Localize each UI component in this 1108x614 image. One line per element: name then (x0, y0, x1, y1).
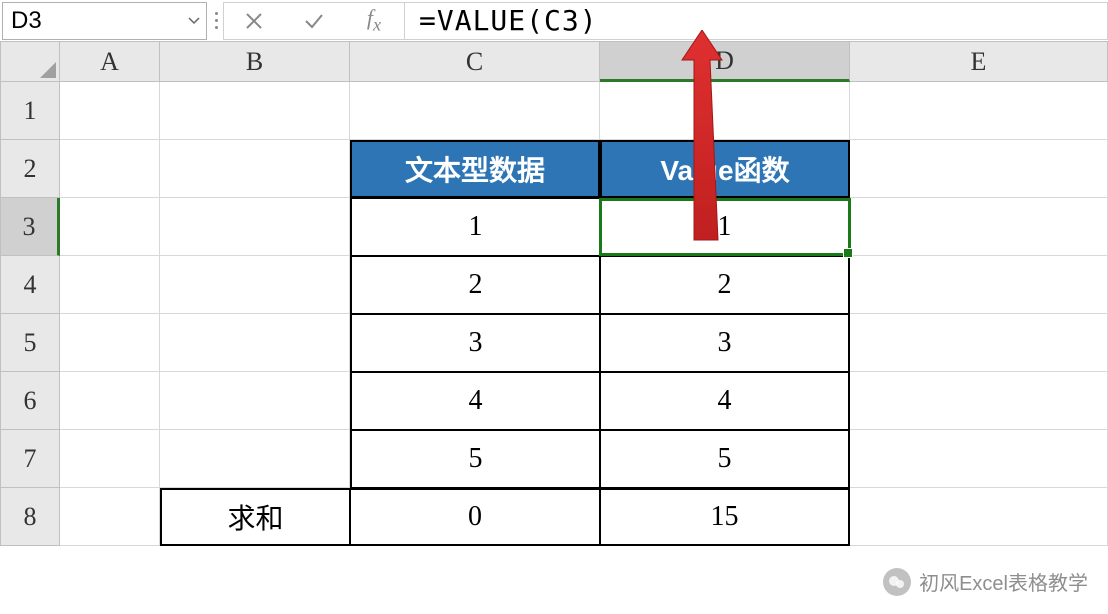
cell-C7[interactable]: 5 (350, 430, 600, 488)
cell-A5[interactable] (60, 314, 160, 372)
cell-C8[interactable]: 0 (350, 488, 600, 546)
cell-B5[interactable] (160, 314, 350, 372)
col-header-B[interactable]: B (160, 42, 350, 82)
col-header-E[interactable]: E (850, 42, 1108, 82)
cell-A2[interactable] (60, 140, 160, 198)
cell-D2[interactable]: Value函数 (600, 140, 850, 198)
cell-A6[interactable] (60, 372, 160, 430)
cell-E4[interactable] (850, 256, 1108, 314)
row-5: 5 3 3 (0, 314, 1108, 372)
row-2: 2 文本型数据 Value函数 (0, 140, 1108, 198)
cell-A3[interactable] (60, 198, 160, 256)
cell-B6[interactable] (160, 372, 350, 430)
cell-D5[interactable]: 3 (600, 314, 850, 372)
cell-B3[interactable] (160, 198, 350, 256)
confirm-icon[interactable] (284, 3, 344, 39)
cell-B1[interactable] (160, 82, 350, 140)
row-6: 6 4 4 (0, 372, 1108, 430)
cell-D1[interactable] (600, 82, 850, 140)
cell-E2[interactable] (850, 140, 1108, 198)
name-box-value: D3 (11, 7, 42, 35)
col-header-D[interactable]: D (600, 42, 850, 82)
cell-C2[interactable]: 文本型数据 (350, 140, 600, 198)
column-headers: A B C D E (0, 42, 1108, 82)
cell-A8[interactable] (60, 488, 160, 546)
row-header-3[interactable]: 3 (0, 198, 60, 256)
row-header-5[interactable]: 5 (0, 314, 60, 372)
cell-B8[interactable]: 求和 (160, 488, 350, 546)
cancel-icon[interactable] (224, 3, 284, 39)
wechat-icon (883, 568, 911, 596)
cell-D4[interactable]: 2 (600, 256, 850, 314)
row-header-4[interactable]: 4 (0, 256, 60, 314)
cell-E3[interactable] (850, 198, 1108, 256)
row-header-7[interactable]: 7 (0, 430, 60, 488)
name-box[interactable]: D3 (2, 2, 207, 40)
cell-C3[interactable]: 1 (350, 198, 600, 256)
formula-input[interactable]: =VALUE(C3) (405, 2, 1108, 40)
cell-A1[interactable] (60, 82, 160, 140)
cell-E7[interactable] (850, 430, 1108, 488)
cell-C4[interactable]: 2 (350, 256, 600, 314)
divider-handle[interactable] (209, 2, 223, 40)
cell-C5[interactable]: 3 (350, 314, 600, 372)
formula-buttons: fx (223, 2, 405, 40)
row-3: 3 1 1 (0, 198, 1108, 256)
cell-C1[interactable] (350, 82, 600, 140)
row-8: 8 求和 0 15 (0, 488, 1108, 546)
cell-D6[interactable]: 4 (600, 372, 850, 430)
cell-B4[interactable] (160, 256, 350, 314)
watermark-text: 初风Excel表格教学 (919, 567, 1088, 596)
cell-B7[interactable] (160, 430, 350, 488)
row-1: 1 (0, 82, 1108, 140)
formula-text: =VALUE(C3) (419, 4, 598, 37)
cell-E6[interactable] (850, 372, 1108, 430)
fx-icon[interactable]: fx (344, 3, 404, 39)
row-7: 7 5 5 (0, 430, 1108, 488)
cell-B2[interactable] (160, 140, 350, 198)
select-all-corner[interactable] (0, 42, 60, 82)
cell-A4[interactable] (60, 256, 160, 314)
chevron-down-icon[interactable] (186, 13, 202, 29)
col-header-C[interactable]: C (350, 42, 600, 82)
row-header-1[interactable]: 1 (0, 82, 60, 140)
col-header-A[interactable]: A (60, 42, 160, 82)
cell-C6[interactable]: 4 (350, 372, 600, 430)
formula-bar: D3 fx =VALUE(C3) (0, 0, 1108, 42)
row-header-8[interactable]: 8 (0, 488, 60, 546)
row-header-2[interactable]: 2 (0, 140, 60, 198)
cell-E8[interactable] (850, 488, 1108, 546)
cell-A7[interactable] (60, 430, 160, 488)
spreadsheet-grid: A B C D E 1 2 文本型数据 Value函数 3 1 1 4 (0, 42, 1108, 546)
row-header-6[interactable]: 6 (0, 372, 60, 430)
cell-D7[interactable]: 5 (600, 430, 850, 488)
cell-D8[interactable]: 15 (600, 488, 850, 546)
row-4: 4 2 2 (0, 256, 1108, 314)
cell-E1[interactable] (850, 82, 1108, 140)
cell-D3[interactable]: 1 (600, 198, 850, 256)
watermark: 初风Excel表格教学 (883, 567, 1088, 596)
cell-E5[interactable] (850, 314, 1108, 372)
